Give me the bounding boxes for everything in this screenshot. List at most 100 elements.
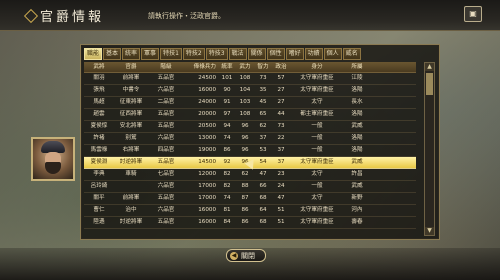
table-cell: 關平 [93, 195, 105, 201]
table-cell: 五品官 [157, 219, 175, 225]
table-row[interactable]: 夏侯惇 安北將軍 五品官 20500 94 96 62 73 一般 武威 [84, 121, 416, 133]
scroll-up-icon[interactable]: ▲ [425, 63, 434, 71]
tab-6[interactable]: 特技3 [205, 48, 228, 60]
beard-icon [45, 162, 61, 174]
table-cell: 16000 [198, 207, 216, 213]
table-cell: 中書令 [122, 87, 140, 93]
table-row[interactable]: 關平 前將軍 五品官 17000 74 87 68 47 太守 新野 [84, 193, 416, 205]
table-row[interactable]: 關羽 前將軍 五品官 24500 101 108 73 57 太守軍府重臣 江陵 [84, 73, 416, 85]
table-cell: 四品官 [157, 147, 175, 153]
table-row[interactable]: 張飛 中書令 六品官 16000 90 104 35 27 太守軍府重臣 洛陽 [84, 85, 416, 97]
table-cell: 37 [277, 159, 285, 165]
table-cell: 五品官 [157, 75, 175, 81]
scroll-thumb[interactable] [426, 73, 433, 95]
table-cell: 長水 [351, 99, 363, 105]
table-row[interactable]: 許褚 别駕 六品官 13000 74 96 37 22 一般 洛陽 [84, 133, 416, 145]
page-title: 官爵情報 [40, 10, 105, 25]
table-cell: 12000 [198, 171, 216, 177]
tab-2[interactable]: 統率 [122, 48, 141, 60]
table-cell: 88 [241, 183, 249, 189]
settings-icon: ▣ [469, 9, 477, 18]
table-cell: 51 [277, 207, 285, 213]
table-cell: 101 [221, 75, 233, 81]
table-cell: 51 [277, 219, 285, 225]
table-cell: 洛陽 [351, 111, 363, 117]
table-cell: 呂玲綺 [90, 183, 108, 189]
column-header[interactable]: 俸祿兵力 [184, 62, 218, 72]
table-cell: 47 [259, 171, 267, 177]
table-cell: 征東將軍 [119, 99, 143, 105]
tab-3[interactable]: 軍事 [141, 48, 160, 60]
table-cell [114, 181, 148, 192]
column-header[interactable]: 官爵 [114, 62, 148, 72]
table-row[interactable]: 馬雲祿 右將軍 四品官 19000 86 96 53 37 一般 洛陽 [84, 145, 416, 157]
table-cell: 夏侯淵 [90, 159, 108, 165]
column-header[interactable]: 武將 [84, 62, 114, 72]
table-cell: 96 [241, 147, 249, 153]
title-bar: 官爵情報 請執行操作・泛政官爵。 ▣ [0, 0, 500, 31]
column-header[interactable]: 統率 [218, 62, 236, 72]
table-row[interactable]: 曹仁 治中 六品官 16000 81 86 64 51 太守軍府重臣 河內 [84, 205, 416, 217]
table-cell: 24500 [198, 75, 216, 81]
tab-4[interactable]: 特技1 [160, 48, 182, 60]
table-cell: 23 [277, 171, 285, 177]
table-cell: 73 [277, 123, 285, 129]
table-cell: 96 [241, 135, 249, 141]
table-cell: 17000 [198, 195, 216, 201]
scrollbar[interactable]: ▲ ▼ [424, 62, 435, 236]
table-cell: 太守 [311, 195, 323, 201]
table-cell: 24 [277, 183, 285, 189]
instruction-text: 請執行操作・泛政官爵。 [148, 12, 225, 20]
column-header[interactable]: 智力 [254, 62, 272, 72]
tab-1[interactable]: 基本 [103, 48, 122, 60]
table-cell: 37 [277, 147, 285, 153]
table-cell: 六品官 [157, 183, 175, 189]
tab-7[interactable]: 戰法 [228, 48, 247, 60]
table-cell: 45 [259, 99, 267, 105]
table-cell: 65 [259, 111, 267, 117]
tab-0[interactable]: 職能 [84, 48, 103, 60]
tab-11[interactable]: 功績 [304, 48, 323, 60]
column-header[interactable]: 政治 [272, 62, 290, 72]
tab-5[interactable]: 特技2 [182, 48, 205, 60]
table-row[interactable]: 陸遜 討逆將軍 五品官 16000 84 86 68 51 太守軍府重臣 壽春 [84, 217, 416, 229]
tab-8[interactable]: 關係 [247, 48, 266, 60]
table-cell: 都主軍府重臣 [300, 111, 334, 117]
table-cell: 壽春 [351, 219, 363, 225]
tab-12[interactable]: 個人 [323, 48, 342, 60]
table-cell: 六品官 [157, 87, 175, 93]
table-cell: 洛陽 [351, 87, 363, 93]
table-cell: 37 [259, 135, 267, 141]
officer-table: 武將 官爵 階級 俸祿兵力 統率 武力 智力 政治 身分 所屬 關羽 前將軍 五品官 24500 101 10… [84, 62, 416, 229]
table-cell: 許昌 [351, 171, 363, 177]
table-cell: 武威 [351, 159, 363, 165]
table-cell: 20500 [198, 123, 216, 129]
scroll-down-icon[interactable]: ▼ [425, 227, 434, 235]
table-cell: 張飛 [93, 87, 105, 93]
table-cell: 108 [239, 75, 251, 81]
table-row[interactable]: 呂玲綺 六品官 17000 82 88 66 24 一般 武威 [84, 181, 416, 193]
table-cell: 夏侯惇 [90, 123, 108, 129]
close-button[interactable]: ◀ 關閉 [226, 249, 266, 262]
table-row[interactable]: 趙雲 征西將軍 五品官 20000 97 108 65 44 都主軍府重臣 洛陽 [84, 109, 416, 121]
table-cell: 右將軍 [122, 147, 140, 153]
settings-button[interactable]: ▣ [464, 6, 482, 22]
table-row[interactable]: 馬超 征東將軍 二品官 24000 91 103 45 27 太守 長水 [84, 97, 416, 109]
tab-13[interactable]: 威名 [342, 48, 361, 60]
column-header[interactable]: 身分 [290, 62, 344, 72]
table-cell: 五品官 [157, 195, 175, 201]
table-cell: 河內 [351, 207, 363, 213]
table-cell: 68 [259, 195, 267, 201]
table-cell: 62 [259, 123, 267, 129]
tab-9[interactable]: 個性 [266, 48, 285, 60]
table-cell: 一般 [311, 147, 323, 153]
table-cell: 22 [277, 135, 285, 141]
table-cell: 五品官 [157, 123, 175, 129]
table-cell: 84 [223, 219, 231, 225]
column-header[interactable]: 武力 [236, 62, 254, 72]
table-cell: 57 [277, 75, 285, 81]
tab-10[interactable]: 嗜好 [285, 48, 304, 60]
column-header[interactable]: 所屬 [344, 62, 370, 72]
column-header[interactable]: 階級 [148, 62, 184, 72]
table-cell: 62 [241, 171, 249, 177]
